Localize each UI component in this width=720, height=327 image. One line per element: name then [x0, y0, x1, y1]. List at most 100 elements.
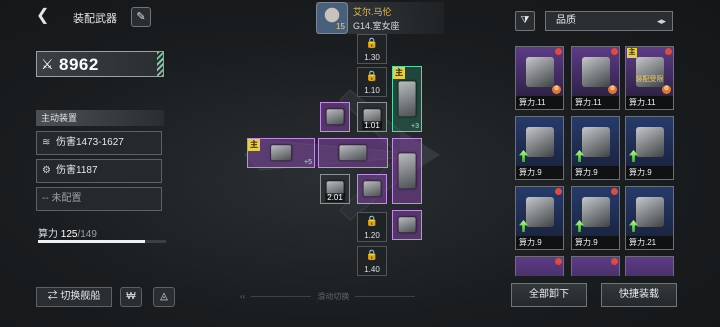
back-chevron-icon[interactable]: ❮ — [36, 7, 54, 25]
pen-icon: ✎ — [136, 11, 146, 23]
weapon-image — [526, 57, 554, 87]
card-stat: 算力.11 — [572, 96, 619, 109]
locked-slot[interactable]: 🔒 1.20 — [357, 212, 387, 242]
capacity-bar-fill — [38, 240, 146, 243]
lock-icon: 🔒 — [365, 38, 379, 49]
active-item-3[interactable]: -- 未配置 — [36, 187, 162, 211]
equipped-weapon[interactable]: 1.01 — [357, 102, 387, 132]
active-item-1[interactable]: ≋ 伤害1473-1627 — [36, 131, 162, 155]
locked-slot[interactable]: 🔒 1.30 — [357, 34, 387, 64]
card-stat: 算力.11 — [626, 96, 673, 109]
weapon-card[interactable]: 算力.9 — [515, 186, 564, 250]
notification-dot — [665, 48, 672, 55]
locked-slot[interactable]: 🔒 1.10 — [357, 67, 387, 97]
active-item-label: 伤害1187 — [56, 165, 98, 176]
weapon-card[interactable]: 算力.9 — [571, 186, 620, 250]
notification-dot — [555, 258, 562, 265]
power-value: 8962 — [59, 55, 99, 74]
sort-label: 品质 — [556, 15, 576, 26]
rename-button[interactable]: ✎ — [131, 7, 151, 27]
equipped-weapon[interactable]: 2.01 — [320, 174, 350, 204]
weapon-image — [636, 127, 664, 157]
warning-label: 装配受限 — [635, 76, 664, 83]
weapon-card[interactable]: 算力.9 — [515, 116, 564, 180]
pilot-subtitle: G14.室女座 — [353, 21, 400, 31]
triangle-arrows-button[interactable]: ◬ — [153, 287, 175, 307]
equipped-weapon[interactable] — [392, 210, 422, 240]
lock-icon: 🔒 — [365, 71, 379, 82]
equipped-weapon[interactable] — [357, 174, 387, 204]
slide-hint-label: 滑动切换 — [317, 292, 350, 301]
equipped-weapon[interactable] — [392, 138, 422, 204]
weapon-card[interactable]: 主装配受限 ⚙ 算力.11 — [625, 46, 674, 110]
weapon-level: 2.01 — [325, 193, 345, 202]
weapon-inventory-grid[interactable]: ⚙ 算力.11 ⚙ 算力.11 主装配受限 ⚙ 算力.11 算力.9 算力.9 算力.9 算力.9 算… — [513, 44, 677, 276]
slot-value: 1.40 — [364, 265, 380, 274]
card-stat: 算力.11 — [516, 96, 563, 109]
page-title: 装配武器 — [73, 13, 117, 25]
capacity-label: 算力 — [38, 229, 58, 240]
slide-line — [251, 296, 312, 298]
unequip-all-button[interactable]: 全部卸下 — [511, 283, 587, 307]
slide-hint: ‹‹ 滑动切换 — [240, 291, 440, 302]
weapon-card[interactable] — [571, 256, 620, 276]
plus-badge: +5 — [304, 159, 312, 166]
filter-button[interactable]: ⧩ — [515, 11, 535, 31]
card-stat: 算力.9 — [516, 166, 563, 179]
filter-icon: ⧩ — [520, 15, 530, 26]
weapon-card[interactable] — [625, 256, 674, 276]
capacity-readout: 算力 125/149 — [38, 225, 97, 240]
slide-line — [355, 296, 416, 298]
pilot-name: 艾尔.马伦 — [353, 7, 392, 17]
notification-dot — [611, 258, 618, 265]
triangle-arrows-icon: ◬ — [160, 291, 168, 302]
slot-value: 1.10 — [364, 86, 380, 95]
lock-icon: 🔒 — [365, 250, 379, 261]
ship-emblem-button[interactable]: ₩ — [120, 287, 142, 307]
equipped-weapon-main[interactable]: 主 +5 — [247, 138, 315, 168]
lock-icon: 🔒 — [365, 216, 379, 227]
equipped-weapon-main[interactable]: 主 +3 — [392, 66, 422, 132]
card-art — [626, 257, 673, 276]
locked-slot[interactable]: 🔒 1.40 — [357, 246, 387, 276]
weapon-image — [363, 181, 381, 197]
weapon-card[interactable]: 算力.9 — [625, 116, 674, 180]
weapon-image — [398, 81, 416, 117]
weapon-image — [339, 145, 367, 161]
weapon-card[interactable]: 算力.21 — [625, 186, 674, 250]
notification-dot — [611, 48, 618, 55]
slide-left-icon: ‹‹ — [240, 292, 246, 301]
power-panel: ⚔ 8962 — [36, 51, 164, 77]
active-item-label: -- 未配置 — [42, 193, 82, 204]
main-tag: 主 — [393, 67, 405, 79]
card-stat: 算力.9 — [516, 236, 563, 249]
weapon-image — [271, 145, 291, 161]
weapon-image — [582, 197, 610, 227]
weapon-image — [582, 57, 610, 87]
weapon-card[interactable]: ⚙ 算力.11 — [515, 46, 564, 110]
notification-dot — [555, 188, 562, 195]
equipped-weapon[interactable] — [320, 102, 350, 132]
card-stat: 算力.21 — [626, 236, 673, 249]
equipped-weapon[interactable] — [318, 138, 388, 168]
notification-dot — [555, 48, 562, 55]
plus-badge: +3 — [411, 123, 419, 130]
gear-ring-icon: ⚙ — [42, 165, 51, 176]
switch-ship-button[interactable]: ⇄ 切换舰船 — [36, 287, 112, 307]
weapon-card[interactable]: 算力.9 — [571, 116, 620, 180]
weapon-card[interactable] — [515, 256, 564, 276]
triple-slash-icon: ≋ — [42, 137, 51, 148]
weapon-level: 1.01 — [362, 121, 382, 130]
weapon-image — [398, 217, 416, 233]
sort-select[interactable]: 品质 ◂▸ — [545, 11, 673, 31]
weapon-card[interactable]: ⚙ 算力.11 — [571, 46, 620, 110]
quick-equip-button[interactable]: 快捷装载 — [601, 283, 677, 307]
main-tag: 主 — [627, 48, 637, 58]
active-item-2[interactable]: ⚙ 伤害1187 — [36, 159, 162, 183]
weapon-image — [526, 127, 554, 157]
active-item-label: 伤害1473-1627 — [56, 137, 124, 148]
active-section-title: 主动装置 — [36, 110, 164, 126]
sort-toggle-icon: ◂▸ — [656, 16, 666, 26]
weapon-image — [526, 197, 554, 227]
ship-emblem-icon: ₩ — [126, 291, 136, 302]
